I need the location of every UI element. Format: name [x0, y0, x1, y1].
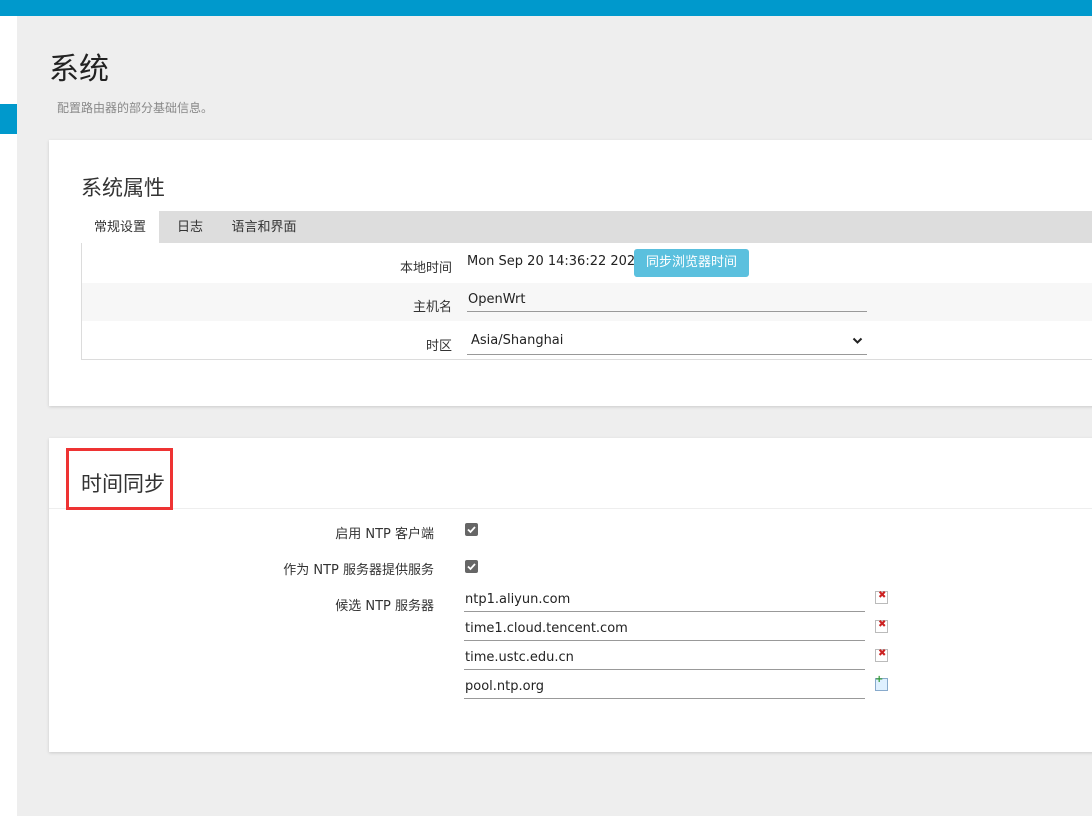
enable-ntp-client-checkbox[interactable] — [465, 523, 478, 536]
ntp-server-provide-checkbox[interactable] — [465, 560, 478, 573]
sync-browser-time-button[interactable]: 同步浏览器时间 — [634, 249, 749, 277]
ntp-server-input[interactable] — [464, 617, 865, 641]
tab-language-ui[interactable]: 语言和界面 — [221, 211, 307, 243]
tab-bar: 常规设置 日志 语言和界面 — [81, 211, 1092, 243]
candidate-ntp-servers-label: 候选 NTP 服务器 — [335, 599, 434, 614]
tab-general-settings[interactable]: 常规设置 — [81, 211, 159, 243]
remove-server-button[interactable]: ✖ — [875, 648, 888, 662]
timezone-select[interactable]: Asia/Shanghai — [467, 329, 867, 355]
add-icon: + — [875, 674, 884, 685]
highlight-box — [66, 448, 173, 510]
divider — [49, 508, 1092, 509]
remove-icon: ✖ — [878, 619, 887, 630]
check-icon — [467, 563, 476, 571]
ntp-server-input[interactable] — [464, 675, 865, 699]
remove-server-button[interactable]: ✖ — [875, 619, 888, 633]
local-time-label: 本地时间 — [399, 261, 452, 276]
system-properties-title: 系统属性 — [81, 176, 165, 200]
system-properties-card: 系统属性 常规设置 日志 语言和界面 本地时间 Mon Sep 20 14:36… — [49, 140, 1092, 406]
timezone-label: 时区 — [425, 339, 452, 354]
timezone-value: Asia/Shanghai — [471, 333, 564, 348]
enable-ntp-client-label: 启用 NTP 客户端 — [335, 527, 434, 542]
hostname-label: 主机名 — [412, 300, 452, 315]
sidebar-active-indicator[interactable] — [0, 104, 17, 134]
add-server-button[interactable]: + — [875, 674, 888, 691]
remove-icon: ✖ — [878, 590, 887, 601]
remove-icon: ✖ — [878, 648, 887, 659]
ntp-server-input[interactable] — [464, 588, 865, 612]
general-settings-panel: 本地时间 Mon Sep 20 14:36:22 2021 同步浏览器时间 主机… — [81, 243, 1092, 360]
tab-logs[interactable]: 日志 — [159, 211, 221, 243]
top-bar — [0, 0, 1092, 16]
hostname-row: 主机名 — [82, 283, 1092, 321]
remove-server-button[interactable]: ✖ — [875, 590, 888, 604]
page-description: 配置路由器的部分基础信息。 — [57, 101, 214, 115]
chevron-down-icon — [852, 329, 863, 361]
local-time-row: 本地时间 Mon Sep 20 14:36:22 2021 同步浏览器时间 — [82, 243, 1092, 283]
check-icon — [467, 526, 476, 534]
page-title: 系统 — [49, 52, 109, 87]
ntp-server-input[interactable] — [464, 646, 865, 670]
local-time-value: Mon Sep 20 14:36:22 2021 — [467, 254, 644, 269]
timezone-row: 时区 Asia/Shanghai — [82, 321, 1092, 359]
ntp-server-provide-label: 作为 NTP 服务器提供服务 — [283, 563, 434, 578]
time-sync-card: 时间同步 启用 NTP 客户端 作为 NTP 服务器提供服务 候选 NTP 服务… — [49, 438, 1092, 752]
hostname-input[interactable] — [467, 288, 867, 312]
sidebar — [0, 16, 17, 816]
